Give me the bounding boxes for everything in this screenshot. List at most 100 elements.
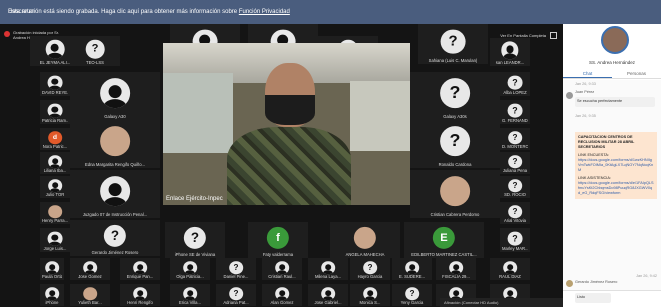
participant-name: Liliana Iba... — [43, 168, 67, 173]
participant-tile[interactable]: Olga Patricia... — [170, 258, 210, 280]
participant-tile[interactable]: san LEANDR... — [490, 38, 530, 66]
participant-name: Galaxy A30 — [104, 114, 126, 119]
participant-tile[interactable]: ? Gerardo Jiménez Rosero — [70, 220, 160, 256]
avatar-icon — [100, 176, 130, 206]
participant-tile[interactable]: Cristian Cabrera Perdomo — [410, 170, 500, 218]
participant-tile[interactable]: ? D. MONTERO — [500, 128, 530, 150]
avatar-icon — [183, 286, 197, 301]
participant-name: Adriana Pat... — [223, 300, 249, 305]
avatar-icon: ? — [507, 75, 523, 90]
participant-tile[interactable]: ? Adriana Pat... — [216, 284, 256, 306]
participant-name: san LEANDR... — [495, 60, 525, 65]
chat-input-area[interactable]: Listo — [563, 290, 661, 307]
avatar-icon — [133, 286, 147, 301]
participant-name: Patricia Ram... — [42, 118, 68, 123]
record-icon — [4, 31, 10, 37]
participant-tile[interactable]: ? Galaxy A30s — [410, 72, 500, 120]
participant-tile[interactable]: Jose Gomez — [70, 258, 110, 280]
participant-tile[interactable]: ? Sahiana (Luis C. Marulan) — [418, 24, 488, 64]
participant-tile[interactable]: Henry Parra... — [40, 202, 70, 224]
participant-tile[interactable]: ? Ronaldo Cardona — [410, 120, 500, 168]
announcement-title: CAPACITACION CENTROS DE RECLUSION MILITA… — [578, 135, 635, 149]
participant-name: Enrique Pan... — [126, 274, 154, 279]
participant-tile[interactable]: Edna Margarita Rengifo Quiño... — [70, 120, 160, 168]
participant-name: Yeny Garcia — [400, 300, 424, 305]
avatar-icon — [48, 178, 62, 193]
participant-tile[interactable]: Juzgado 07 de Instrucción Penal... — [70, 170, 160, 218]
participant-tile[interactable]: Galaxy A30 — [70, 72, 160, 120]
participant-tile[interactable]: ? SD. ROCIO — [500, 176, 530, 198]
participant-tile[interactable]: E EDILBERTO MARTINEZ CASTIL... — [404, 222, 484, 258]
participant-name: Sahiana (Luis C. Marulan) — [428, 58, 478, 63]
participant-tile[interactable]: ? Arial Vitovia — [500, 202, 530, 224]
participant-name: Olga Patricia... — [176, 274, 204, 279]
participant-name: Marley MAR... — [502, 246, 528, 251]
avatar — [566, 280, 573, 287]
avatar-icon — [183, 260, 197, 275]
participant-name: TEO-LSS — [86, 60, 104, 65]
participant-tile[interactable]: ? Marley MAR... — [500, 228, 530, 252]
participant-tile[interactable]: d Nora Patric... — [40, 128, 70, 150]
participant-tile[interactable]: Paula Ortiz — [40, 258, 64, 280]
avatar-icon — [133, 260, 147, 275]
participant-tile[interactable]: ? Daniel Pine... — [216, 258, 256, 280]
avatar-icon — [363, 286, 377, 301]
main-video[interactable]: Enlace Ejército-Inpec — [163, 43, 410, 205]
participant-tile[interactable]: Jose Gabriel... — [308, 284, 348, 306]
participant-tile[interactable]: ? iPhone SE de Viviana — [165, 222, 225, 258]
participant-name: G. FERNAND... — [502, 118, 528, 123]
participant-tile[interactable]: ? Alba LOPEZ — [500, 72, 530, 96]
participant-tile[interactable]: Alan Gomez — [262, 284, 302, 306]
survey-link[interactable]: https://docs.google.com/forms/d/1wzKHNII… — [578, 158, 654, 173]
participant-tile[interactable]: Milena Laya... — [308, 258, 348, 280]
chat-time: Jan 26, 9:33 — [575, 82, 596, 86]
participant-name: Alba LOPEZ — [503, 90, 527, 95]
participant-name: Cristian Raul... — [268, 274, 296, 279]
privacy-link[interactable]: Función Privacidad — [239, 9, 290, 15]
participant-name: Cristian Cabrera Perdomo — [430, 212, 480, 217]
banner-message: Esta reunión está siendo grabada. Haga c… — [8, 8, 290, 15]
participant-tile[interactable]: ?G. FERNAND... — [500, 100, 530, 124]
avatar-icon — [449, 260, 463, 275]
participant-name: iPhone — [45, 300, 59, 305]
avatar-icon — [503, 260, 517, 275]
participant-tile[interactable]: f Faty valderrama — [248, 222, 308, 258]
participant-tile[interactable]: Julio TOR — [40, 176, 70, 198]
participant-tile[interactable]: iPhone — [40, 284, 64, 306]
participant-tile[interactable]: ? Hayro Garcia — [350, 258, 390, 280]
chat-message: Se escucha perfectamente — [575, 97, 655, 107]
avatar-icon — [47, 103, 63, 118]
chat-time: Jan 26, 9:42 — [636, 274, 657, 278]
avatar-icon: ? — [440, 78, 470, 108]
attendance-link[interactable]: https://docs.google.com/forms/d/e/1FAIpQ… — [578, 181, 654, 196]
participant-tile[interactable]: Patricia Ram... — [40, 100, 70, 124]
participant-name: Arial Vitovia — [503, 218, 527, 223]
participant-tile[interactable]: Erica Villa... — [170, 284, 210, 306]
participant-tile[interactable]: Henri Rengifo — [120, 284, 160, 306]
chat-author: Gerardo Jiménez Rosero — [575, 280, 618, 284]
participant-tile[interactable]: ANGELA MAHECHA — [330, 222, 400, 258]
participant-name: E. SUDERE... — [398, 274, 426, 279]
participant-tile[interactable]: DAVID REYE... — [40, 72, 70, 96]
participant-name: Milena Laya... — [314, 274, 342, 279]
participant-name: Juliana Pena — [502, 168, 528, 173]
avatar-icon: f — [266, 226, 290, 249]
participant-tile[interactable]: ? Yeny Garcia — [392, 284, 432, 306]
participant-tile[interactable]: Liliana Iba... — [40, 152, 70, 174]
participant-tile[interactable]: ? Juliana Pena — [500, 152, 530, 174]
participant-tile[interactable]: RAUL DIAZ — [490, 258, 530, 280]
participant-tile[interactable]: Monica S... — [350, 284, 390, 306]
main-video-caption: Enlace Ejército-Inpec — [166, 196, 223, 202]
avatar-icon — [47, 231, 63, 246]
participant-tile[interactable]: ? TEO-LSS — [70, 36, 120, 66]
avatar-icon: ? — [508, 130, 522, 145]
tab-chat[interactable]: Chat — [563, 70, 612, 78]
participant-tile[interactable]: Enrique Pan... — [120, 258, 160, 280]
participant-tile[interactable]: Cristian Raul... — [262, 258, 302, 280]
participant-tile[interactable]: FISCALIA 29... — [436, 258, 476, 280]
participant-name: ANGELA MAHECHA — [345, 252, 385, 257]
participant-tile[interactable]: E. SUDERE... — [392, 258, 432, 280]
tab-personas[interactable]: Personas — [612, 70, 661, 78]
participant-tile[interactable]: Yulieth Bar... — [70, 284, 110, 306]
participant-tile[interactable]: Jorge Luis... — [40, 228, 70, 252]
